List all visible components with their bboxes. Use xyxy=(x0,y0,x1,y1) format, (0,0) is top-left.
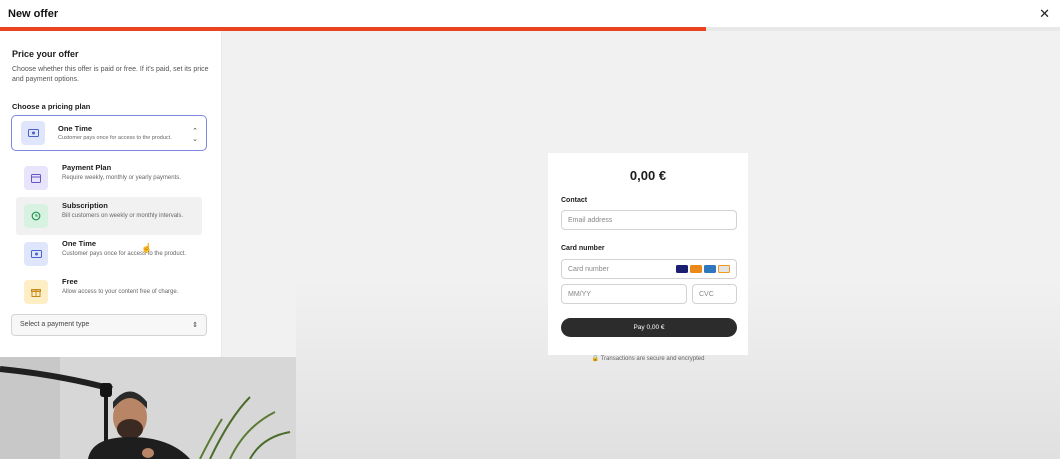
webcam-overlay xyxy=(0,357,296,459)
pricing-plan-select[interactable]: One Time Customer pays once for access t… xyxy=(11,115,207,151)
secure-note: 🔒 Transactions are secure and encrypted xyxy=(548,355,748,362)
page-title: New offer xyxy=(8,8,59,20)
chevron-up-down-icon: ⌃ ⌄ xyxy=(192,128,198,143)
menu-item-subtitle: Allow access to your content free of cha… xyxy=(62,289,179,295)
menu-item-one-time[interactable]: One Time Customer pays once for access t… xyxy=(16,235,202,273)
menu-item-subtitle: Require weekly, monthly or yearly paymen… xyxy=(62,175,181,181)
chevron-up-down-icon: ⇕ xyxy=(192,322,198,329)
payment-type-select[interactable]: Select a payment type ⇕ xyxy=(11,314,207,336)
cvc-field[interactable]: CVC xyxy=(692,284,737,304)
menu-item-title: Free xyxy=(62,277,78,286)
secure-text: Transactions are secure and encrypted xyxy=(600,356,705,362)
checkout-amount: 0,00 € xyxy=(629,168,667,183)
menu-item-subtitle: Bill customers on weekly or monthly inte… xyxy=(62,213,184,219)
visa-icon xyxy=(676,265,688,273)
checkout-preview: 0,00 € Contact Email address Card number… xyxy=(548,153,748,355)
menu-item-title: Payment Plan xyxy=(62,163,112,172)
gift-icon xyxy=(24,280,48,304)
cvc-placeholder: CVC xyxy=(699,291,714,298)
email-field[interactable]: Email address xyxy=(561,210,737,230)
amex-icon xyxy=(704,265,716,273)
discover-icon xyxy=(718,265,730,273)
calendar-icon xyxy=(24,166,48,190)
pricing-panel: Price your offer Choose whether this off… xyxy=(0,31,222,357)
pricing-plan-label: Choose a pricing plan xyxy=(12,102,91,111)
refresh-icon xyxy=(24,204,48,228)
lock-icon: 🔒 xyxy=(591,356,600,362)
mastercard-icon xyxy=(690,265,702,273)
expiry-field[interactable]: MM/YY xyxy=(561,284,687,304)
cash-icon xyxy=(24,242,48,266)
menu-item-payment-plan[interactable]: Payment Plan Require weekly, monthly or … xyxy=(16,159,202,197)
menu-item-subtitle: Customer pays once for access to the pro… xyxy=(62,251,187,257)
close-icon[interactable]: ✕ xyxy=(1039,6,1050,22)
menu-item-subscription[interactable]: Subscription Bill customers on weekly or… xyxy=(16,197,202,253)
card-number-field[interactable]: Card number xyxy=(561,259,737,279)
payment-type-placeholder: Select a payment type xyxy=(20,321,90,328)
pricing-plan-menu: Payment Plan Require weekly, monthly or … xyxy=(11,155,207,311)
section-description: Choose whether this offer is paid or fre… xyxy=(12,66,209,83)
menu-item-title: One Time xyxy=(62,239,97,248)
pay-button[interactable]: Pay 0,00 € xyxy=(561,318,737,337)
cash-icon xyxy=(21,121,45,145)
card-number-label: Card number xyxy=(561,245,605,252)
menu-item-title: Subscription xyxy=(62,201,108,210)
expiry-placeholder: MM/YY xyxy=(568,291,591,298)
presenter-video-image xyxy=(0,357,296,459)
selected-plan-title: One Time xyxy=(58,124,93,133)
section-heading: Price your offer xyxy=(12,49,79,59)
card-brand-icons xyxy=(676,265,730,273)
card-number-placeholder: Card number xyxy=(568,266,609,273)
contact-label: Contact xyxy=(561,197,588,204)
selected-plan-subtitle: Customer pays once for access to the pro… xyxy=(58,135,172,141)
email-placeholder: Email address xyxy=(568,217,613,224)
top-bar: New offer ✕ xyxy=(0,0,1060,27)
menu-item-free[interactable]: Free Allow access to your content free o… xyxy=(16,273,202,311)
